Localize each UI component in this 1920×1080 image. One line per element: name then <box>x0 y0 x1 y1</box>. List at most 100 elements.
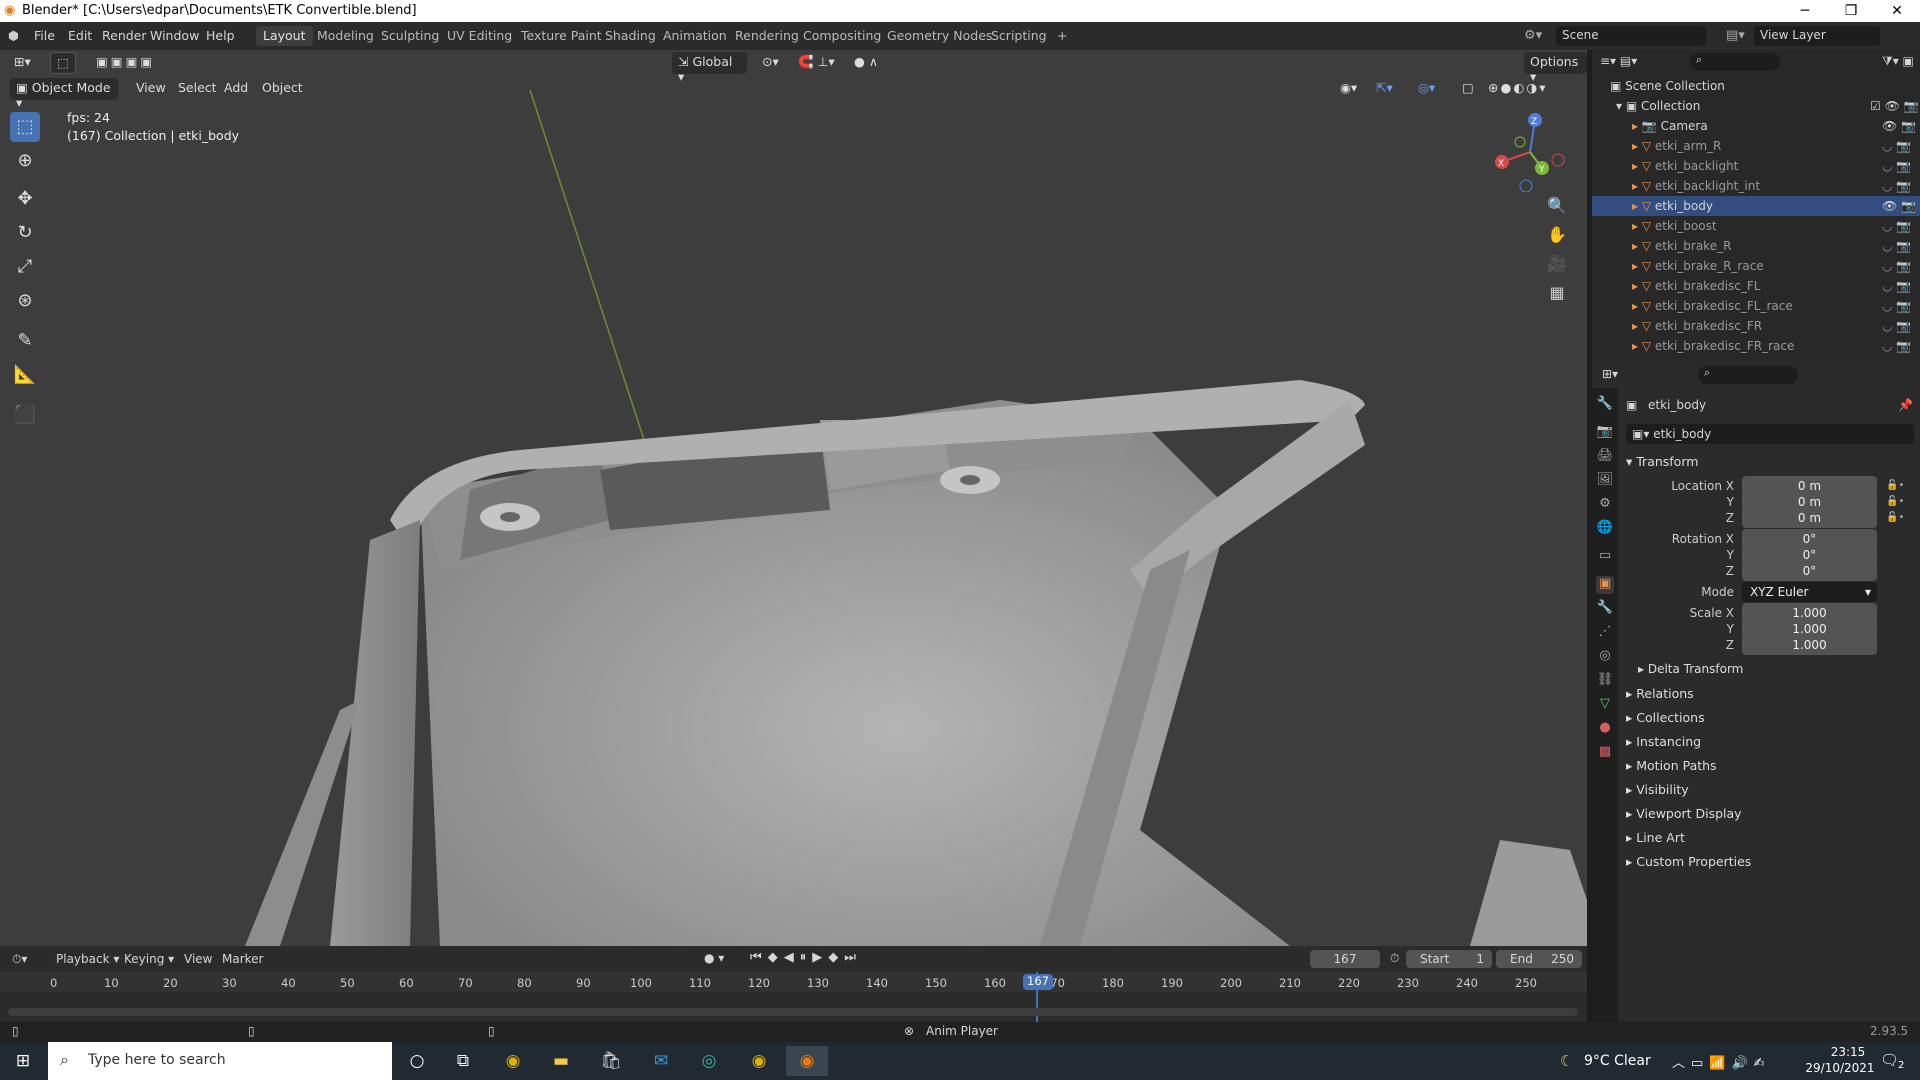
timeline-scrollbar[interactable] <box>8 1008 1578 1016</box>
hidden-toggle-icon[interactable]: ◡ 📷 <box>1882 316 1911 336</box>
filter-icon[interactable]: ⧩▾ ▣ <box>1882 54 1914 69</box>
measure-tool[interactable]: 📐 <box>10 360 40 390</box>
pan-hand-icon[interactable]: ✋ <box>1544 222 1570 248</box>
timeline[interactable]: ⏱▾ Playback ▾ Keying ▾ View Marker ● ▾ ⏮… <box>0 946 1587 1023</box>
output-tab-icon[interactable]: 🖨 <box>1596 448 1614 466</box>
world-tab-icon[interactable]: 🌐 <box>1596 520 1614 538</box>
panel-custom-properties[interactable]: ▸ Custom Properties <box>1626 854 1751 869</box>
transform-panel-header[interactable]: ▾ Transform <box>1626 454 1698 469</box>
chrome-profile-icon[interactable]: ◉ <box>738 1046 780 1076</box>
outliner-item[interactable]: ▸ 📷 Camera 👁 📷 <box>1592 116 1920 136</box>
render-tab-icon[interactable]: 📷 <box>1596 424 1614 442</box>
scene-tab-icon[interactable]: ⚙ <box>1596 496 1614 514</box>
visibility-icon[interactable]: ◉▾ <box>1334 78 1363 100</box>
perspective-grid-icon[interactable]: ▦ <box>1544 280 1570 306</box>
properties-search-input[interactable]: ⌕ <box>1698 366 1798 384</box>
outliner-item[interactable]: ▸ ▽ etki_brakedisc_FL ◡ 📷 <box>1592 276 1920 296</box>
hidden-toggle-icon[interactable]: ◡ 📷 <box>1882 256 1911 276</box>
playback-controls-icon[interactable]: ⏮◆◀⏸▶◆⏭ <box>750 950 862 965</box>
outliner-search-input[interactable]: ⌕ <box>1690 53 1780 71</box>
system-tray-icons[interactable]: ︿▭📶🔊✍ <box>1672 1052 1771 1071</box>
scale-z-field[interactable]: 1.000 <box>1742 635 1877 655</box>
panel-viewport-display[interactable]: ▸ Viewport Display <box>1626 806 1742 821</box>
tab-shading[interactable]: Shading <box>598 26 663 46</box>
hidden-toggle-icon[interactable]: ◡ 📷 <box>1882 136 1911 156</box>
material-tab-icon[interactable]: ● <box>1596 720 1614 738</box>
object-name-field[interactable]: ▣▾ etki_body <box>1626 424 1914 444</box>
menu-add[interactable]: Add <box>218 78 254 100</box>
menu-window[interactable]: Window <box>150 28 199 43</box>
tab-modeling[interactable]: Modeling <box>310 26 381 46</box>
panel-collections[interactable]: ▸ Collections <box>1626 710 1705 725</box>
add-workspace-button[interactable]: + <box>1050 26 1074 46</box>
select-mode-icon[interactable]: ⬚ <box>50 52 76 74</box>
zoom-icon[interactable]: 🔍 <box>1544 193 1570 219</box>
hidden-toggle-icon[interactable]: ◡ 📷 <box>1882 176 1911 196</box>
store-icon[interactable]: 🛍 <box>590 1046 632 1076</box>
3d-viewport[interactable]: ⊞▾ ⬚ ▣▣▣▣ ⇲ Global ▾ ⊙▾ 🧲 ⊥▾ ● ∧ Options… <box>0 50 1587 946</box>
menu-select[interactable]: Select <box>172 78 223 100</box>
tab-compositing[interactable]: Compositing <box>796 26 888 46</box>
menu-timeline-view[interactable]: View <box>184 952 212 966</box>
panel-instancing[interactable]: ▸ Instancing <box>1626 734 1701 749</box>
playhead-frame[interactable]: 167 <box>1023 974 1053 990</box>
scene-field[interactable]: Scene <box>1556 26 1706 46</box>
edge-icon[interactable]: ◎ <box>688 1046 730 1076</box>
close-button[interactable]: ✕ <box>1874 0 1920 22</box>
blender-taskbar-icon[interactable]: ◉ <box>786 1046 828 1076</box>
tool-tab-icon[interactable]: 🔧 <box>1596 396 1614 414</box>
visibility-toggle-icon[interactable]: 👁 📷 <box>1882 116 1916 136</box>
hidden-toggle-icon[interactable]: ◡ 📷 <box>1882 216 1911 236</box>
outliner-item[interactable]: ▸ ▽ etki_brake_R_race ◡ 📷 <box>1592 256 1920 276</box>
outliner-item[interactable]: ▸ ▽ etki_brakedisc_FR ◡ 📷 <box>1592 316 1920 336</box>
panel-delta-transform[interactable]: ▸ Delta Transform <box>1638 662 1743 676</box>
file-explorer-icon[interactable]: ▬ <box>540 1046 582 1076</box>
timeline-type-icon[interactable]: ⏱▾ <box>12 952 27 967</box>
maximize-button[interactable]: ❐ <box>1828 0 1874 22</box>
add-cube-tool[interactable]: ⬛ <box>10 400 40 430</box>
texture-tab-icon[interactable]: ▩ <box>1596 744 1614 762</box>
task-view-icon[interactable]: ⧉ <box>442 1046 484 1076</box>
hidden-toggle-icon[interactable]: ◡ 📷 <box>1882 276 1911 296</box>
scale-tool[interactable]: ⤢ <box>10 252 40 282</box>
object-mode-dropdown[interactable]: ▣ Object Mode ▾ <box>10 78 118 110</box>
outliner-collection[interactable]: ▾ ▣ Collection ☑ 👁 📷 <box>1592 96 1920 116</box>
data-tab-icon[interactable]: ▽ <box>1596 696 1614 714</box>
tab-texture-paint[interactable]: Texture Paint <box>514 26 609 46</box>
hidden-toggle-icon[interactable]: ◡ 📷 <box>1882 236 1911 256</box>
object-tab-icon[interactable]: ▣ <box>1596 576 1614 594</box>
end-frame-field[interactable]: End 250 <box>1496 950 1582 968</box>
lock-icons[interactable]: 🔓• 🔓• 🔓• <box>1886 478 1904 526</box>
tab-uv-editing[interactable]: UV Editing <box>440 26 519 46</box>
outliner-item[interactable]: ▸ ▽ etki_arm_R ◡ 📷 <box>1592 136 1920 156</box>
outliner-type-icon[interactable]: ≡▾ ▤▾ <box>1600 54 1637 68</box>
hidden-toggle-icon[interactable]: ◡ 📷 <box>1882 336 1911 356</box>
tab-sculpting[interactable]: Sculpting <box>374 26 446 46</box>
tab-animation[interactable]: Animation <box>656 26 734 46</box>
transform-orientation-dropdown[interactable]: ⇲ Global ▾ <box>672 52 747 84</box>
outliner-item[interactable]: ▸ ▽ etki_backlight_int ◡ 📷 <box>1592 176 1920 196</box>
tab-geometry-nodes[interactable]: Geometry Nodes <box>880 26 999 46</box>
panel-visibility[interactable]: ▸ Visibility <box>1626 782 1689 797</box>
taskbar-search-box[interactable]: ⌕ Type here to search <box>48 1042 392 1080</box>
editor-type-icon[interactable]: ⊞▾ <box>8 52 37 74</box>
options-dropdown[interactable]: Options ▾ <box>1524 52 1587 84</box>
weather-text[interactable]: 9°C Clear <box>1584 1053 1651 1069</box>
visibility-toggle-icon[interactable]: 👁 📷 <box>1882 196 1916 216</box>
modifier-tab-icon[interactable]: 🔧 <box>1596 600 1614 618</box>
chrome-icon[interactable]: ◉ <box>492 1046 534 1076</box>
rotation-z-field[interactable]: 0° <box>1742 561 1877 581</box>
menu-keying[interactable]: Keying ▾ <box>124 952 174 966</box>
collection-tab-icon[interactable]: ▭ <box>1596 548 1614 566</box>
clock-date[interactable]: 29/10/2021 <box>1800 1061 1880 1075</box>
select-box-tool[interactable]: ⬚ <box>10 112 40 142</box>
gizmo-toggle-icon[interactable]: ⇱▾ <box>1370 78 1399 100</box>
move-tool[interactable]: ✥ <box>10 184 40 214</box>
panel-line-art[interactable]: ▸ Line Art <box>1626 830 1685 845</box>
start-frame-field[interactable]: Start 1 <box>1406 950 1492 968</box>
pin-icon[interactable]: 📌 <box>1898 398 1913 412</box>
overlay-toggle-icon[interactable]: ◎▾ <box>1412 78 1441 100</box>
menu-help[interactable]: Help <box>206 28 235 43</box>
cursor-tool[interactable]: ⊕ <box>10 146 40 176</box>
blender-menu-icon[interactable]: ⬢ <box>8 28 19 43</box>
